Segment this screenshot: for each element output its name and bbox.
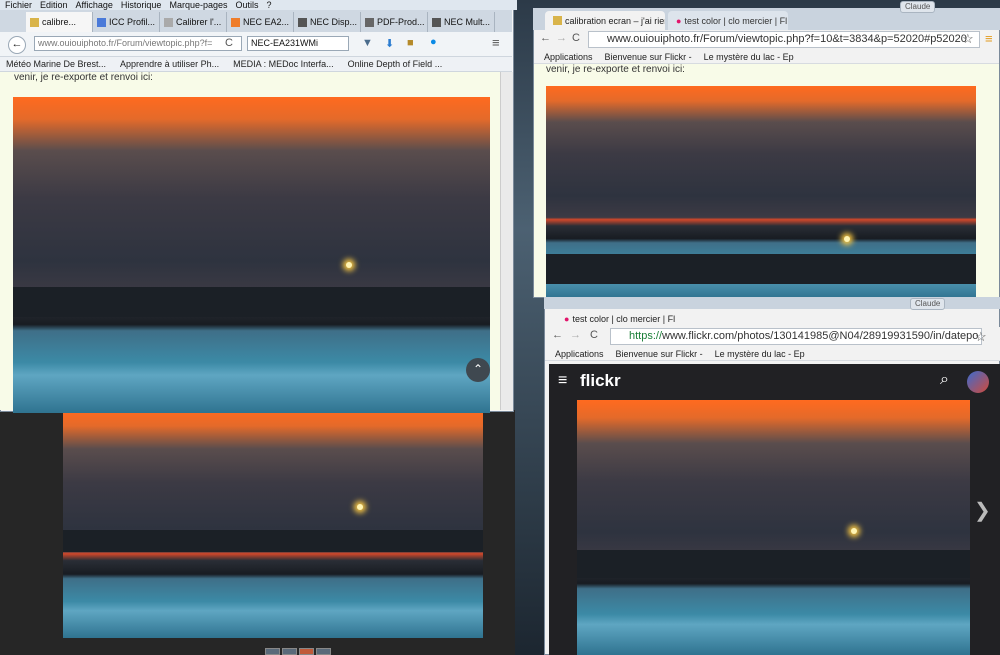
firefox-scrollbar[interactable] <box>500 72 513 410</box>
back-arrow-icon[interactable]: ← <box>540 32 551 44</box>
menu-outils[interactable]: Outils <box>236 0 259 10</box>
menu-help[interactable]: ? <box>267 0 272 10</box>
bookmark-item[interactable]: Applications <box>555 349 604 359</box>
star-icon[interactable]: ☆ <box>975 329 987 345</box>
firefox-tab[interactable]: Calibrer l'... <box>160 12 227 32</box>
menu-icon[interactable]: ≡ <box>985 31 993 46</box>
pocket-icon[interactable]: ▼ <box>362 37 373 49</box>
flickr-dots-icon: ● <box>676 15 682 26</box>
bookmark-item[interactable]: Le mystère du lac - Ep <box>704 52 794 62</box>
page-icon <box>432 17 441 27</box>
firefox-tab[interactable]: NEC Mult... <box>428 12 495 32</box>
menu-fichier[interactable]: Fichier <box>5 0 32 10</box>
chrome-url-bar[interactable]: https://www.flickr.com/photos/130141985@… <box>610 328 982 345</box>
forum-embedded-photo <box>13 97 490 413</box>
lighthouse-light <box>851 528 857 534</box>
flickr-photo[interactable] <box>577 400 970 655</box>
star-icon[interactable]: ☆ <box>962 31 974 47</box>
menu-icon[interactable]: ≡ <box>492 35 500 50</box>
lightbox-photo[interactable] <box>63 410 483 638</box>
firefox-tab[interactable]: PDF-Prod... <box>361 12 428 32</box>
forum-post-text: venir, je re-exporte et renvoi ici: <box>14 72 153 83</box>
firefox-menubar: Fichier Edition Affichage Historique Mar… <box>0 0 517 10</box>
firefox-search-input[interactable]: NEC-EA231WMi <box>247 36 349 51</box>
horizon-silhouette <box>63 530 483 552</box>
bookmark-item[interactable]: Online Depth of Field ... <box>348 59 443 69</box>
page-icon <box>365 17 374 27</box>
download-icon[interactable]: ⬇ <box>385 37 394 50</box>
user-badge[interactable]: Claude <box>910 298 946 310</box>
lighthouse-light <box>357 504 363 510</box>
page-icon <box>553 16 562 25</box>
thumbnail[interactable] <box>299 648 314 655</box>
reload-icon[interactable]: C <box>590 329 598 341</box>
reload-icon[interactable]: C <box>225 37 233 49</box>
next-photo-chevron-icon[interactable]: ❯ <box>974 498 991 523</box>
chrome-bookmarks-bar: Applications Bienvenue sur Flickr - Le m… <box>545 347 1000 361</box>
skype-icon[interactable]: ● <box>430 36 437 48</box>
bookmarks-icon[interactable]: ■ <box>407 37 414 49</box>
back-button[interactable]: ← <box>8 36 26 54</box>
avatar[interactable] <box>967 371 989 393</box>
firefox-url-bar[interactable]: www.ouiouiphoto.fr/Forum/viewtopic.php?f… <box>34 36 242 51</box>
page-icon <box>97 17 106 27</box>
menu-affichage[interactable]: Affichage <box>76 0 113 10</box>
user-badge[interactable]: Claude <box>900 1 936 13</box>
menu-edition[interactable]: Edition <box>40 0 68 10</box>
bookmark-item[interactable]: Météo Marine De Brest... <box>6 59 106 69</box>
firefox-tab[interactable]: calibre... <box>26 12 93 32</box>
chrome-bookmarks-bar: Applications Bienvenue sur Flickr - Le m… <box>534 50 999 64</box>
flickr-logo[interactable]: flickr <box>580 371 621 391</box>
lighthouse-light <box>844 236 850 242</box>
chrome-tab[interactable]: calibration ecran – j'ai rien <box>545 11 665 30</box>
reload-icon[interactable]: C <box>572 32 580 44</box>
firefox-bookmarks-bar: Météo Marine De Brest... Apprendre à uti… <box>0 57 512 72</box>
bookmark-item[interactable]: MEDIA : MEDoc Interfa... <box>233 59 334 69</box>
firefox-tab[interactable]: NEC EA2... <box>227 12 294 32</box>
bookmark-item[interactable]: Applications <box>544 52 593 62</box>
horizon-silhouette <box>546 254 976 284</box>
firefox-tabstrip: calibre... ICC Profil... Calibrer l'... … <box>0 10 512 32</box>
chrome-tab[interactable]: ● test color | clo mercier | Fl <box>556 309 684 328</box>
search-icon[interactable]: ⌕ <box>940 371 949 389</box>
firefox-tab[interactable]: ICC Profil... <box>93 12 160 32</box>
forward-arrow-icon[interactable]: → <box>570 329 581 341</box>
page-icon <box>298 17 307 27</box>
bookmark-item[interactable]: Apprendre à utiliser Ph... <box>120 59 219 69</box>
menu-historique[interactable]: Historique <box>121 0 162 10</box>
horizon-silhouette <box>577 550 970 578</box>
flickr-dots-icon: ● <box>564 313 570 324</box>
back-arrow-icon[interactable]: ← <box>552 329 563 341</box>
firefox-tab[interactable]: NEC Disp... <box>294 12 361 32</box>
thumbnail[interactable] <box>265 648 280 655</box>
back-arrow-icon: ← <box>11 38 23 50</box>
lighthouse-light <box>346 262 352 268</box>
page-icon <box>30 17 39 27</box>
horizon-silhouette <box>13 287 490 317</box>
forward-arrow-icon[interactable]: → <box>556 32 567 44</box>
chrome-tab[interactable]: ● test color | clo mercier | Fl <box>668 11 788 30</box>
thumbnail[interactable] <box>316 648 331 655</box>
hamburger-icon[interactable]: ≡ <box>558 372 567 390</box>
bookmark-item[interactable]: Le mystère du lac - Ep <box>715 349 805 359</box>
page-icon <box>164 17 173 27</box>
forum-post-text: venir, je re-exporte et renvoi ici: <box>546 64 685 75</box>
thumbnail[interactable] <box>282 648 297 655</box>
page-icon <box>231 17 240 27</box>
chevron-up-icon: ⌃ <box>472 362 484 376</box>
bookmark-item[interactable]: Bienvenue sur Flickr - <box>616 349 703 359</box>
bookmark-item[interactable]: Bienvenue sur Flickr - <box>605 52 692 62</box>
thumbnail-strip[interactable] <box>265 648 331 655</box>
menu-marque-pages[interactable]: Marque-pages <box>169 0 227 10</box>
scroll-top-button[interactable]: ⌃ <box>466 358 490 382</box>
forum-embedded-photo <box>546 86 976 298</box>
chrome-url-bar[interactable]: www.ouiouiphoto.fr/Forum/viewtopic.php?f… <box>588 31 980 48</box>
